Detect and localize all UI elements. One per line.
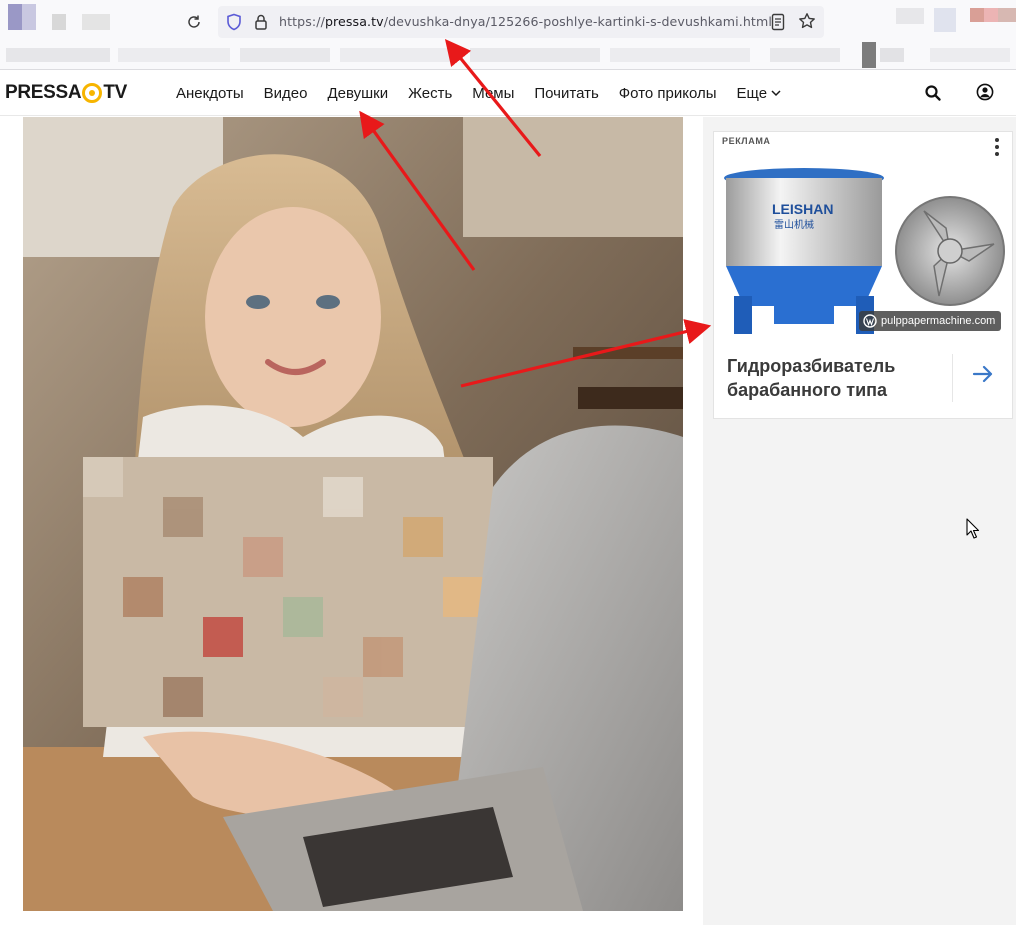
- search-icon[interactable]: [924, 84, 942, 102]
- blurred-bookmark[interactable]: [862, 42, 876, 68]
- address-bar[interactable]: https://pressa.tv/devushka-dnya/125266-p…: [218, 6, 824, 38]
- ad-menu-button[interactable]: [990, 138, 1004, 156]
- url-path: /devushka-dnya/125266-poshlye-kartinki-s…: [383, 14, 772, 29]
- nav-more-button[interactable]: Еще: [737, 85, 783, 102]
- blurred-bookmark[interactable]: [240, 48, 330, 62]
- nav-item-pochitat[interactable]: Почитать: [534, 85, 598, 102]
- url-prefix: https://: [279, 14, 325, 29]
- blurred-tab: [52, 14, 66, 30]
- ad-label: РЕКЛАМА: [722, 136, 771, 146]
- dot-icon: [995, 145, 999, 149]
- ad-title[interactable]: Гидроразбиватель барабанного типа: [727, 354, 937, 402]
- nav-item-zhest[interactable]: Жесть: [408, 85, 452, 102]
- site-logo[interactable]: PRESSA TV: [5, 82, 127, 104]
- blurred-extension: [984, 8, 998, 22]
- ad-image[interactable]: LEISHAN 雷山机械: [714, 156, 1012, 334]
- ad-brand-sub: 雷山机械: [774, 218, 814, 231]
- logo-dot-icon: [82, 83, 103, 103]
- dot-icon: [995, 138, 999, 142]
- pulper-machine-illustration: LEISHAN 雷山机械: [714, 156, 1012, 334]
- nav-item-video[interactable]: Видео: [264, 85, 308, 102]
- blurred-bookmark[interactable]: [930, 48, 1010, 62]
- nav-item-memy[interactable]: Мемы: [472, 85, 514, 102]
- ad-source-badge[interactable]: pulppapermachine.com: [859, 311, 1002, 331]
- blurred-tab: [22, 4, 36, 30]
- bookmark-star-icon[interactable]: [798, 12, 816, 30]
- blurred-bookmark[interactable]: [6, 48, 110, 62]
- blurred-tab: [82, 14, 110, 30]
- browser-toolbar: https://pressa.tv/devushka-dnya/125266-p…: [0, 0, 1016, 44]
- ad-card[interactable]: РЕКЛАМА LEISHAN 雷山机械 pulppapermachine.co…: [713, 131, 1013, 419]
- reader-view-icon[interactable]: [771, 13, 785, 31]
- ad-brand-text: LEISHAN: [772, 201, 833, 217]
- lock-icon[interactable]: [254, 13, 268, 31]
- chevron-down-icon: [771, 90, 781, 97]
- article-photo[interactable]: [23, 117, 683, 911]
- ad-source-text: pulppapermachine.com: [881, 315, 996, 327]
- blurred-bookmark[interactable]: [118, 48, 230, 62]
- nav-item-devushki[interactable]: Девушки: [327, 85, 388, 102]
- blurred-extension: [998, 8, 1016, 22]
- blurred-tab: [8, 4, 22, 30]
- nav-item-anekdoty[interactable]: Анекдоты: [176, 85, 244, 102]
- mouse-cursor-icon: [966, 518, 980, 539]
- photo-illustration: [23, 117, 683, 911]
- blurred-bookmark[interactable]: [770, 48, 840, 62]
- blurred-bookmark[interactable]: [340, 48, 450, 62]
- url-text[interactable]: https://pressa.tv/devushka-dnya/125266-p…: [279, 14, 772, 29]
- url-domain: pressa.tv: [324, 14, 384, 29]
- nav-more-label: Еще: [736, 84, 768, 102]
- blurred-extension: [896, 8, 924, 24]
- wordpress-icon: [863, 314, 877, 328]
- reload-button[interactable]: [182, 10, 206, 34]
- blurred-extension: [934, 8, 956, 32]
- nav-item-foto-prikoly[interactable]: Фото приколы: [619, 85, 717, 102]
- bookmarks-bar: [0, 42, 1016, 70]
- ad-divider: [952, 354, 953, 402]
- user-icon[interactable]: [976, 83, 994, 101]
- arrow-right-icon[interactable]: [972, 364, 994, 384]
- main-nav: Анекдоты Видео Девушки Жесть Мемы Почита…: [176, 70, 802, 116]
- blurred-bookmark[interactable]: [610, 48, 750, 62]
- blurred-bookmark[interactable]: [880, 48, 904, 62]
- logo-text-left: PRESSA: [5, 82, 82, 103]
- site-header: PRESSA TV Анекдоты Видео Девушки Жесть М…: [0, 70, 1016, 116]
- shield-icon[interactable]: [226, 13, 242, 31]
- blurred-extension: [970, 8, 984, 22]
- logo-text-right: TV: [103, 82, 128, 103]
- reload-icon: [188, 15, 200, 28]
- blurred-bookmark[interactable]: [470, 48, 600, 62]
